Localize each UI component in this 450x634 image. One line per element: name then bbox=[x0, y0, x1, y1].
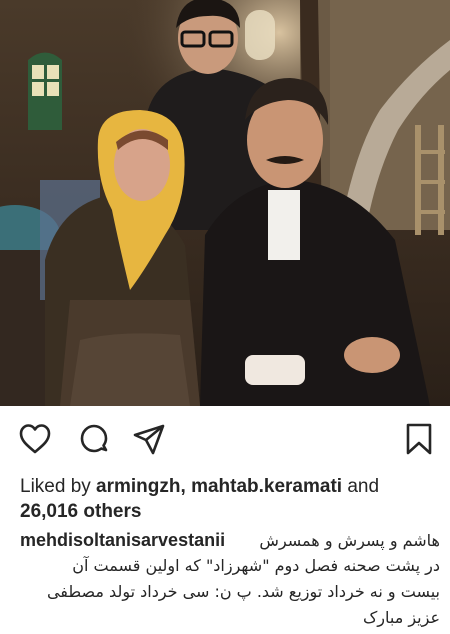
likes-summary: Liked by armingzh, mahtab.keramati and 2… bbox=[20, 474, 440, 524]
caption-text-line: در پشت صحنه فصل دوم "شهرزاد" که اولین قس… bbox=[72, 556, 440, 575]
comment-bubble-icon[interactable] bbox=[77, 422, 111, 456]
likes-and: and bbox=[342, 476, 380, 497]
caption-text-line: عزیز مبارک bbox=[362, 608, 440, 627]
paper-plane-icon[interactable] bbox=[132, 422, 166, 456]
bookmark-icon[interactable] bbox=[402, 422, 436, 456]
liker-username[interactable]: armingzh bbox=[96, 476, 180, 497]
likes-count[interactable]: 26,016 others bbox=[20, 501, 141, 522]
post-photo[interactable] bbox=[0, 0, 450, 406]
likes-separator: , bbox=[180, 476, 192, 497]
caption-username[interactable]: mehdisoltanisarvestanii bbox=[20, 528, 225, 552]
caption-text-line: هاشم و پسرش و همسرش bbox=[259, 531, 440, 550]
post-photo-illustration bbox=[0, 0, 450, 406]
heart-outline-icon[interactable] bbox=[18, 422, 52, 456]
likes-prefix: Liked by bbox=[20, 476, 97, 497]
action-bar bbox=[0, 406, 450, 468]
liker-username[interactable]: mahtab.keramati bbox=[191, 476, 342, 497]
caption-text-line: بیست و نه خرداد توزیع شد. پ ن: سی خرداد … bbox=[46, 582, 440, 601]
caption-first-line: mehdisoltanisarvestanii هاشم و پسرش و هم… bbox=[20, 528, 440, 553]
post-caption: mehdisoltanisarvestanii هاشم و پسرش و هم… bbox=[20, 528, 440, 631]
